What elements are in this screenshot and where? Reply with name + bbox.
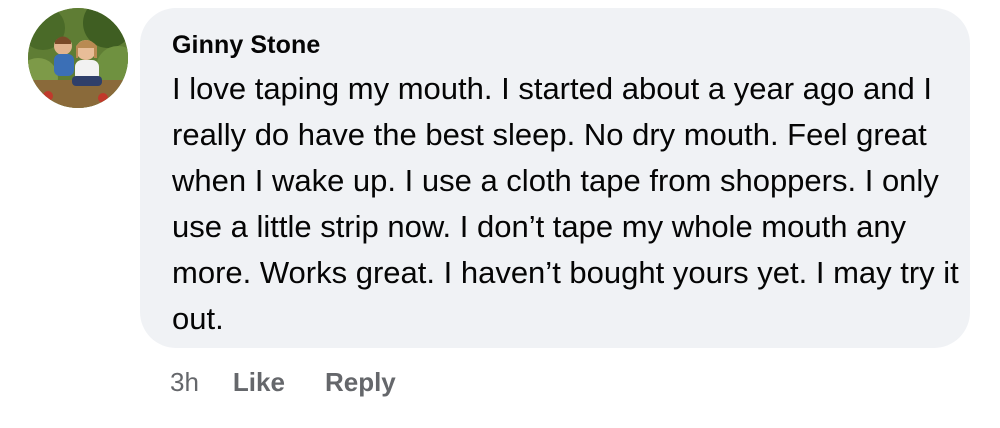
timestamp[interactable]: 3h [170,367,199,398]
avatar[interactable] [28,8,128,108]
author-name[interactable]: Ginny Stone [172,28,940,62]
comment-bubble: Ginny Stone I love taping my mouth. I st… [140,8,970,348]
comment: Ginny Stone I love taping my mouth. I st… [0,0,1000,428]
comment-actions: 3h Like Reply [170,362,436,402]
reply-button[interactable]: Reply [325,367,396,398]
comment-text: I love taping my mouth. I started about … [172,71,959,336]
like-button[interactable]: Like [233,367,285,398]
profile-photo-icon [28,8,128,108]
